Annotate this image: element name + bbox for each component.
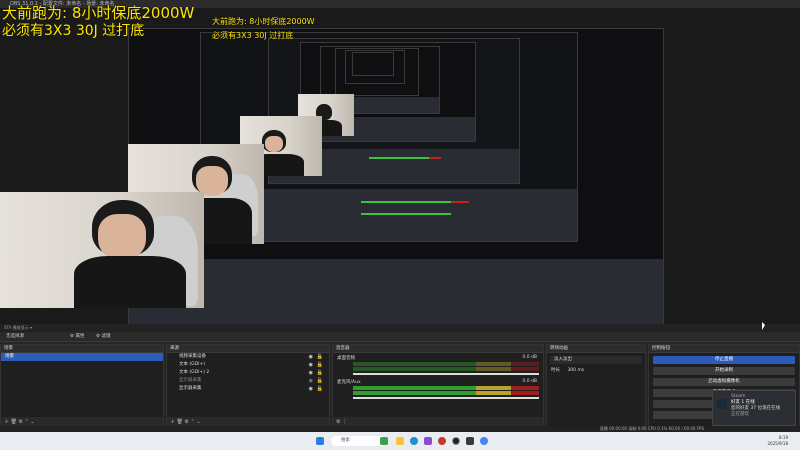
source-item[interactable]: 显示器采集 ◉ 🔓 <box>167 377 329 385</box>
lock-icon[interactable]: 🔓 <box>317 361 323 369</box>
edge-icon[interactable] <box>410 437 418 445</box>
volume-slider[interactable] <box>353 373 539 375</box>
channel-db: 0.0 dB <box>522 379 537 384</box>
chrome-icon[interactable] <box>480 437 488 445</box>
transitions-title: 转场动画 <box>547 345 645 353</box>
channel-name: 麦克风/Aux <box>337 380 361 385</box>
channel-name: 桌面音频 <box>337 356 355 361</box>
mixer-channel: 麦克风/Aux 0.0 dB <box>333 377 543 401</box>
lock-icon[interactable]: 🔓 <box>317 353 323 361</box>
channel-db: 0.0 dB <box>522 355 537 360</box>
sources-title: 来源 <box>167 345 329 353</box>
app2-icon[interactable] <box>466 437 474 445</box>
audio-meter <box>353 391 539 395</box>
file-explorer-icon[interactable] <box>396 437 404 445</box>
visibility-icon[interactable]: ◉ <box>309 361 313 369</box>
properties-button[interactable]: ⚙ 属性 <box>66 332 88 342</box>
windows-taskbar: 搜索 8:19 2025/9/18 <box>0 432 800 450</box>
mixer-channel: 桌面音频 0.0 dB <box>333 353 543 377</box>
overlay-subline-echo: 必须有3X3 30J 过打底 <box>212 31 294 40</box>
steam-taskbar-icon[interactable] <box>438 437 446 445</box>
source-item[interactable]: 显示器采集 ◉ 🔓 <box>167 385 329 393</box>
visibility-icon[interactable]: ◉ <box>309 353 313 361</box>
source-toolbar: 无选择源 ⚙ 属性 ⚙ 滤镜 <box>0 332 800 342</box>
recursive-preview-8 <box>352 52 394 76</box>
audio-meter <box>353 362 539 366</box>
lock-icon[interactable]: 🔓 <box>317 377 323 385</box>
audio-meter <box>353 367 539 371</box>
transitions-dock: 转场动画 淡入淡出 时长 300 ms <box>546 344 646 428</box>
start-icon[interactable] <box>316 437 324 445</box>
overlay-headline-echo: 大前跑为: 8小时保底2000W <box>212 17 315 26</box>
visibility-icon[interactable]: ◉ <box>309 369 313 377</box>
toast-line2: 正在游玩 <box>731 412 749 417</box>
stop-streaming-button[interactable]: 停止直播 <box>653 356 795 364</box>
app-icon[interactable] <box>424 437 432 445</box>
sources-dock: 来源 视频采集设备 ◉ 🔓 文本 (GDI+) ◉ 🔓 文本 (GDI+) 2 ◉ 🔓 显示… <box>166 344 330 428</box>
transition-duration[interactable]: 时长 300 ms <box>547 367 645 375</box>
overlay-subline: 必须有3X3 30J 过打底 <box>2 23 145 39</box>
source-item[interactable]: 文本 (GDI+) ◉ 🔓 <box>167 361 329 369</box>
scene-item[interactable]: 场景 <box>1 353 163 361</box>
source-item[interactable]: 视频采集设备 ◉ 🔓 <box>167 353 329 361</box>
mouse-cursor-icon <box>762 322 765 330</box>
steam-notification[interactable]: Steam 好友 1 在线 您的好友 37 位现在在线 正在游玩 <box>712 390 796 426</box>
preview-canvas[interactable]: 大前跑为: 8小时保底2000W 必须有3X3 30J 过打底 大前跑为: 8小… <box>0 4 800 330</box>
volume-slider[interactable] <box>353 397 539 399</box>
audio-meter <box>353 386 539 390</box>
clock[interactable]: 8:19 2025/9/18 <box>767 435 788 447</box>
filters-button[interactable]: ⚙ 滤镜 <box>92 332 114 342</box>
scenes-title: 场景 <box>1 345 163 353</box>
scenes-dock: 场景 场景 ＋ 🗑 ⚙ ⌃ ⌄ <box>0 344 164 428</box>
source-item[interactable]: 文本 (GDI+) 2 ◉ 🔓 <box>167 369 329 377</box>
visibility-icon[interactable]: ◉ <box>309 377 313 385</box>
lock-icon[interactable]: 🔓 <box>317 385 323 393</box>
obs-window: OBS 31.0.1 - 配置文件: 未命名 - 场景: 未命名 大前跑为: 8… <box>0 0 800 450</box>
preview-footer: STA 播放显示 ▾ <box>0 324 800 332</box>
virtual-camera-button[interactable]: 启动虚拟摄像机 <box>653 378 795 386</box>
mixer-dock: 混音器 桌面音频 0.0 dB 麦克风/Aux 0.0 dB ⚙ ⋮ <box>332 344 544 428</box>
start-recording-button[interactable]: 开始录制 <box>653 367 795 375</box>
transition-select[interactable]: 淡入淡出 <box>550 356 642 364</box>
no-source-label: 无选择源 <box>6 334 24 339</box>
webcam-feed-1 <box>0 192 204 308</box>
lock-icon[interactable]: 🔓 <box>317 369 323 377</box>
controls-title: 控制按钮 <box>649 345 799 353</box>
visibility-icon[interactable]: ◉ <box>309 385 313 393</box>
widgets-icon[interactable] <box>380 437 388 445</box>
mixer-title: 混音器 <box>333 345 543 353</box>
taskbar-search[interactable]: 搜索 <box>331 436 387 446</box>
steam-icon <box>717 399 727 409</box>
obs-taskbar-icon[interactable] <box>452 437 460 445</box>
